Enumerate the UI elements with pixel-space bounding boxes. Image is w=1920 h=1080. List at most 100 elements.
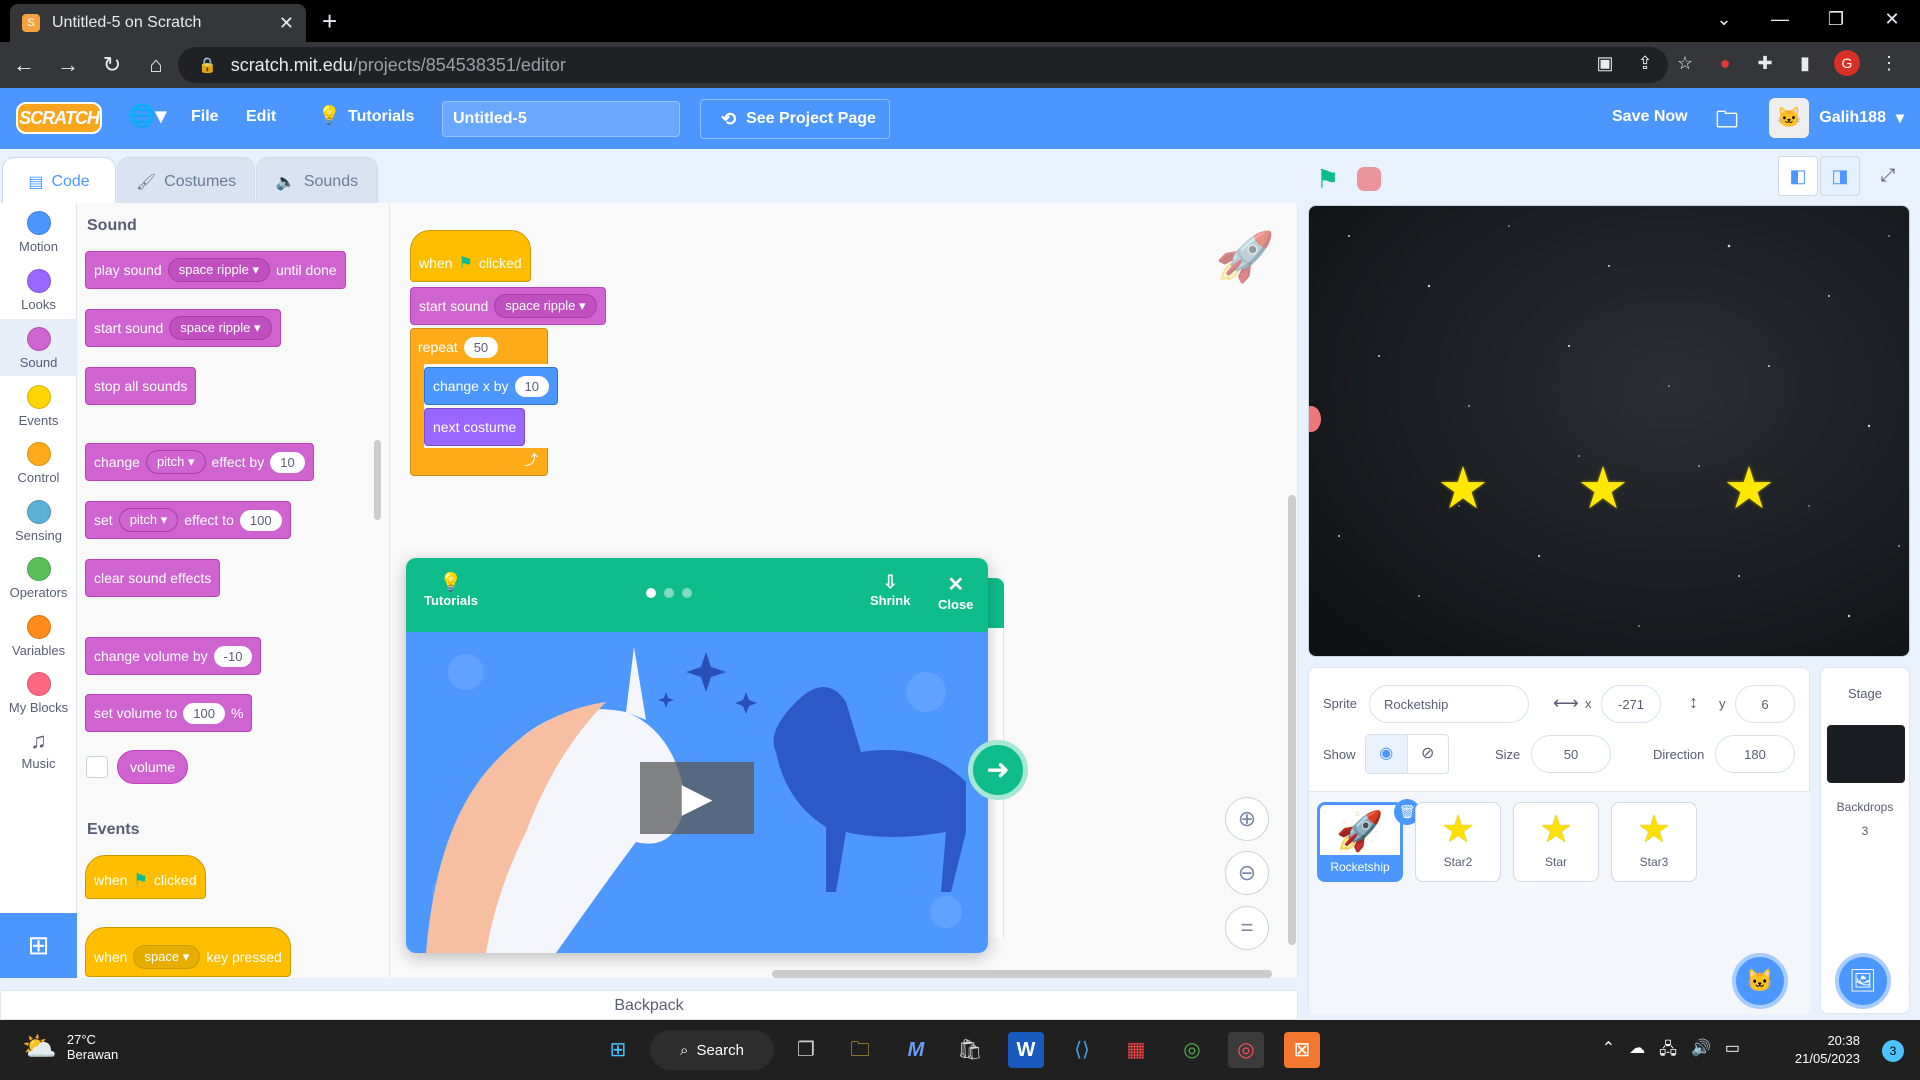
block-set-volume[interactable]: set volume to 100 % [85,694,253,732]
show-eye-icon[interactable]: ◉ [1366,735,1408,773]
back-icon[interactable]: ← [4,52,44,78]
backpack-bar[interactable]: Backpack [0,990,1298,1020]
zoom-out-button[interactable]: ⊖ [1225,851,1269,895]
account-menu[interactable]: 🐱 Galih188 ▾ [1769,98,1904,138]
see-project-page-button[interactable]: ⟲ See Project Page [700,99,890,139]
script-start-sound[interactable]: start sound space ripple ▾ [410,287,606,325]
home-icon[interactable]: ⌂ [136,52,176,78]
script-when-flag-clicked[interactable]: when ⚑ clicked [410,230,531,282]
colorful-app-icon[interactable]: ▦ [1118,1032,1154,1068]
cloud-icon[interactable]: ☁ [1629,1038,1645,1065]
block-when-key-pressed[interactable]: when space ▾ key pressed [85,927,291,977]
palette-scrollbar[interactable] [374,440,381,520]
sprite-tile-star2[interactable]: ★ Star2 [1415,802,1501,882]
close-tab-icon[interactable]: ✕ [279,13,294,34]
file-explorer-icon[interactable]: 🗀 [842,1032,878,1068]
block-change-effect[interactable]: change pitch ▾ effect by 10 [85,443,314,481]
clock[interactable]: 20:38 21/05/2023 [1795,1032,1860,1068]
my-stuff-folder-icon[interactable]: 🗀 [1716,103,1738,141]
category-sound[interactable]: Sound [0,319,77,376]
sprite-tile-star3[interactable]: ★ Star3 [1611,802,1697,882]
start-windows-icon[interactable]: ⊞ [600,1032,636,1068]
direction-input[interactable]: 180 [1715,735,1795,773]
step-dot[interactable] [682,588,692,598]
category-looks[interactable]: Looks [0,261,77,318]
volume-monitor-checkbox[interactable] [86,756,108,778]
block-clear-sound-effects[interactable]: clear sound effects [85,559,221,597]
choose-backdrop-button[interactable]: 🖼 [1835,953,1891,1009]
sound-dropdown[interactable]: space ripple ▾ [167,258,270,282]
save-now-button[interactable]: Save Now [1612,108,1688,126]
chrome-icon[interactable]: ◎ [1174,1032,1210,1068]
zoom-in-button[interactable]: ⊕ [1225,797,1269,841]
small-stage-button[interactable]: ◧ [1778,156,1818,196]
profile-avatar[interactable]: G [1834,50,1860,76]
zoom-reset-button[interactable]: = [1225,906,1269,950]
fullscreen-icon[interactable]: ⤢ [1868,156,1908,196]
sprite-name-input[interactable]: Rocketship [1369,685,1529,723]
block-volume-reporter[interactable]: volume [117,750,189,784]
category-operators[interactable]: Operators [0,549,77,606]
step-dot-active[interactable] [646,588,656,598]
tutorials-button[interactable]: 💡 Tutorials [424,572,478,608]
category-control[interactable]: Control [0,434,77,491]
address-bar[interactable]: 🔒 scratch.mit.edu/projects/854538351/edi… [178,47,1668,83]
blocked-popup-icon[interactable]: ▣ [1594,53,1616,74]
minimize-icon[interactable]: — [1752,0,1808,42]
language-globe-icon[interactable]: 🌐▾ [128,103,166,129]
category-events[interactable]: Events [0,377,77,434]
scratch-logo[interactable]: SCRATCH [16,102,102,134]
star-sprite-on-stage[interactable]: ★ [1577,454,1629,522]
close-window-icon[interactable]: ✕ [1864,0,1920,42]
effect-dropdown[interactable]: pitch ▾ [145,450,206,474]
sound-dropdown[interactable]: space ripple ▾ [494,294,597,318]
close-button[interactable]: ✕ Close [938,572,973,612]
choose-sprite-cat-button[interactable]: 🐱 [1732,953,1788,1009]
stage-canvas[interactable]: ★ ★ ★ [1308,205,1910,657]
weather-widget[interactable]: ⛅ 27°C Berawan [22,1030,118,1063]
number-input[interactable]: 10 [514,375,549,397]
block-stop-all-sounds[interactable]: stop all sounds [85,367,197,405]
block-start-sound[interactable]: start sound space ripple ▾ [85,309,281,347]
step-dot[interactable] [664,588,674,598]
block-when-flag-clicked[interactable]: when ⚑ clicked [85,855,206,899]
script-change-x[interactable]: change x by 10 [424,367,558,405]
store-icon[interactable]: 🛍 [952,1032,988,1068]
battery-icon[interactable]: ▭ [1725,1038,1740,1065]
effect-dropdown[interactable]: pitch ▾ [118,508,179,532]
network-icon[interactable]: 🖧 [1659,1038,1677,1065]
shrink-button[interactable]: ⇩ Shrink [870,572,910,608]
category-sensing[interactable]: Sensing [0,492,77,549]
normal-stage-button[interactable]: ◨ [1820,156,1860,196]
hide-eye-icon[interactable]: ⊘ [1408,735,1449,773]
sprite-tile-rocketship[interactable]: 🚀 Rocketship 🗑 [1317,799,1420,882]
block-set-effect[interactable]: set pitch ▾ effect to 100 [85,501,291,539]
reload-icon[interactable]: ↻ [92,52,132,78]
number-input[interactable]: 100 [183,702,225,724]
restore-icon[interactable]: ❐ [1808,0,1864,42]
y-position-input[interactable]: 6 [1735,685,1795,723]
script-horizontal-scrollbar[interactable] [772,970,1272,978]
star3-sprite-on-stage[interactable]: ★ [1723,454,1775,522]
stop-button[interactable] [1357,167,1381,191]
tutorials-menu[interactable]: Tutorials [348,108,414,126]
sprite-tile-star[interactable]: ★ Star [1513,802,1599,882]
key-dropdown[interactable]: space ▾ [133,945,201,969]
notification-badge[interactable]: 3 [1882,1040,1904,1062]
block-change-volume[interactable]: change volume by -10 [85,637,262,675]
extension-red-icon[interactable]: ● [1714,53,1736,74]
orange-app-icon[interactable]: ⊠ [1284,1032,1320,1068]
add-extension-button[interactable]: ⊞ [0,913,77,978]
new-tab-icon[interactable]: + [322,6,337,37]
word-icon[interactable]: W [1008,1032,1044,1068]
volume-icon[interactable]: 🔊 [1691,1038,1711,1065]
lock-icon[interactable]: 🔒 [198,56,217,74]
category-motion[interactable]: Motion [0,203,77,260]
category-variables[interactable]: Variables [0,607,77,664]
extensions-puzzle-icon[interactable]: ✚ [1754,53,1776,74]
chrome-profile-icon[interactable]: ◎ [1228,1032,1264,1068]
size-input[interactable]: 50 [1531,735,1611,773]
share-icon[interactable]: ⇪ [1634,53,1656,74]
number-input[interactable]: 10 [270,451,305,473]
category-my-blocks[interactable]: My Blocks [0,664,77,721]
